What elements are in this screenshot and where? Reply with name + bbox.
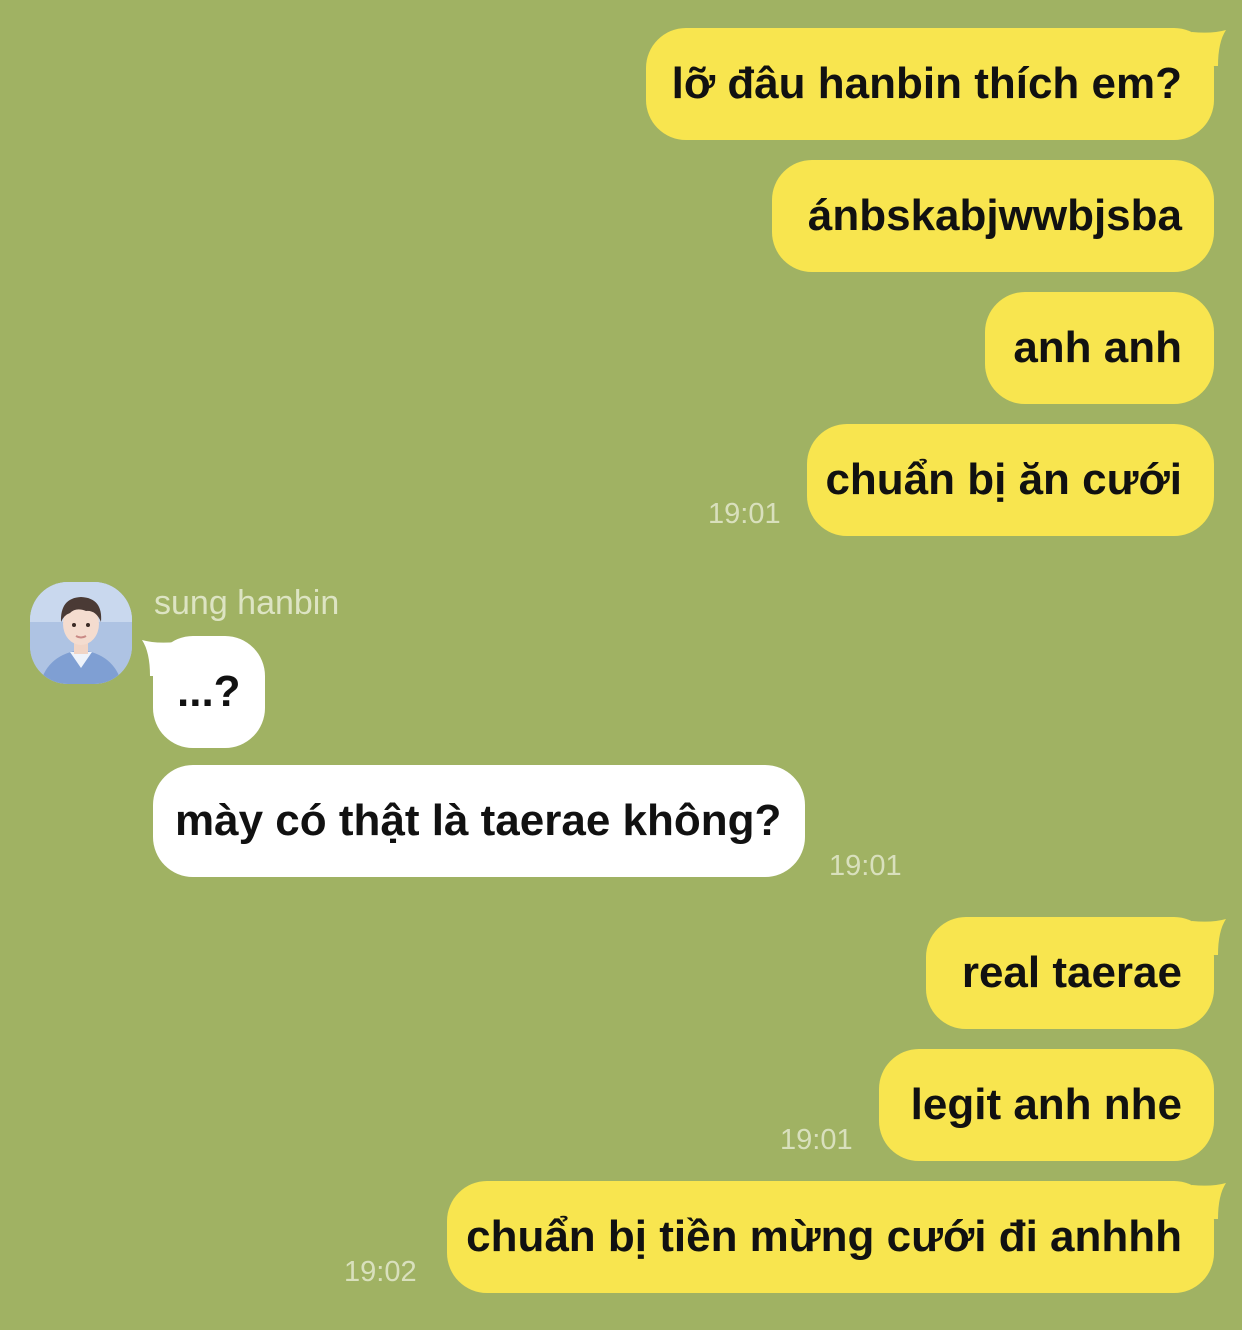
message-text: anh anh xyxy=(1013,323,1182,372)
bubble-tail xyxy=(142,640,176,676)
message-bubble-outgoing[interactable]: lỡ đâu hanbin thích em? xyxy=(646,28,1226,140)
bubble-tail xyxy=(1192,30,1226,66)
message-text: ...? xyxy=(177,667,241,716)
message-text: legit anh nhe xyxy=(910,1080,1182,1129)
message-bubble-incoming[interactable]: mày có thật là taerae không? xyxy=(153,765,806,877)
message-bubble-outgoing[interactable]: legit anh nhe xyxy=(879,1049,1214,1161)
message-text: ánbskabjwwbjsba xyxy=(807,191,1182,240)
sender-name: sung hanbin xyxy=(154,584,340,622)
message-text: lỡ đâu hanbin thích em? xyxy=(671,59,1182,108)
message-text: chuẩn bị tiền mừng cưới đi anhhh xyxy=(466,1212,1182,1261)
message-timestamp: 19:02 xyxy=(344,1256,417,1288)
message-bubble-outgoing[interactable]: ánbskabjwwbjsba xyxy=(772,160,1214,272)
bubble-tail xyxy=(1192,919,1226,955)
message-timestamp: 19:01 xyxy=(708,498,781,530)
message-text: mày có thật là taerae không? xyxy=(175,796,782,845)
message-bubble-outgoing[interactable]: anh anh xyxy=(985,292,1214,404)
message-bubble-outgoing[interactable]: real taerae xyxy=(926,917,1226,1029)
message-timestamp: 19:01 xyxy=(780,1124,853,1156)
message-bubble-outgoing[interactable]: chuẩn bị ăn cưới xyxy=(807,424,1214,536)
message-text: chuẩn bị ăn cưới xyxy=(825,455,1182,504)
bubble-tail xyxy=(1192,1183,1226,1219)
message-timestamp: 19:01 xyxy=(829,850,902,882)
avatar-photo xyxy=(30,582,132,684)
message-bubble-outgoing[interactable]: chuẩn bị tiền mừng cưới đi anhhh xyxy=(447,1181,1226,1293)
avatar[interactable] xyxy=(30,582,132,684)
message-bubble-incoming[interactable]: ...? xyxy=(142,636,265,748)
message-text: real taerae xyxy=(961,948,1182,997)
